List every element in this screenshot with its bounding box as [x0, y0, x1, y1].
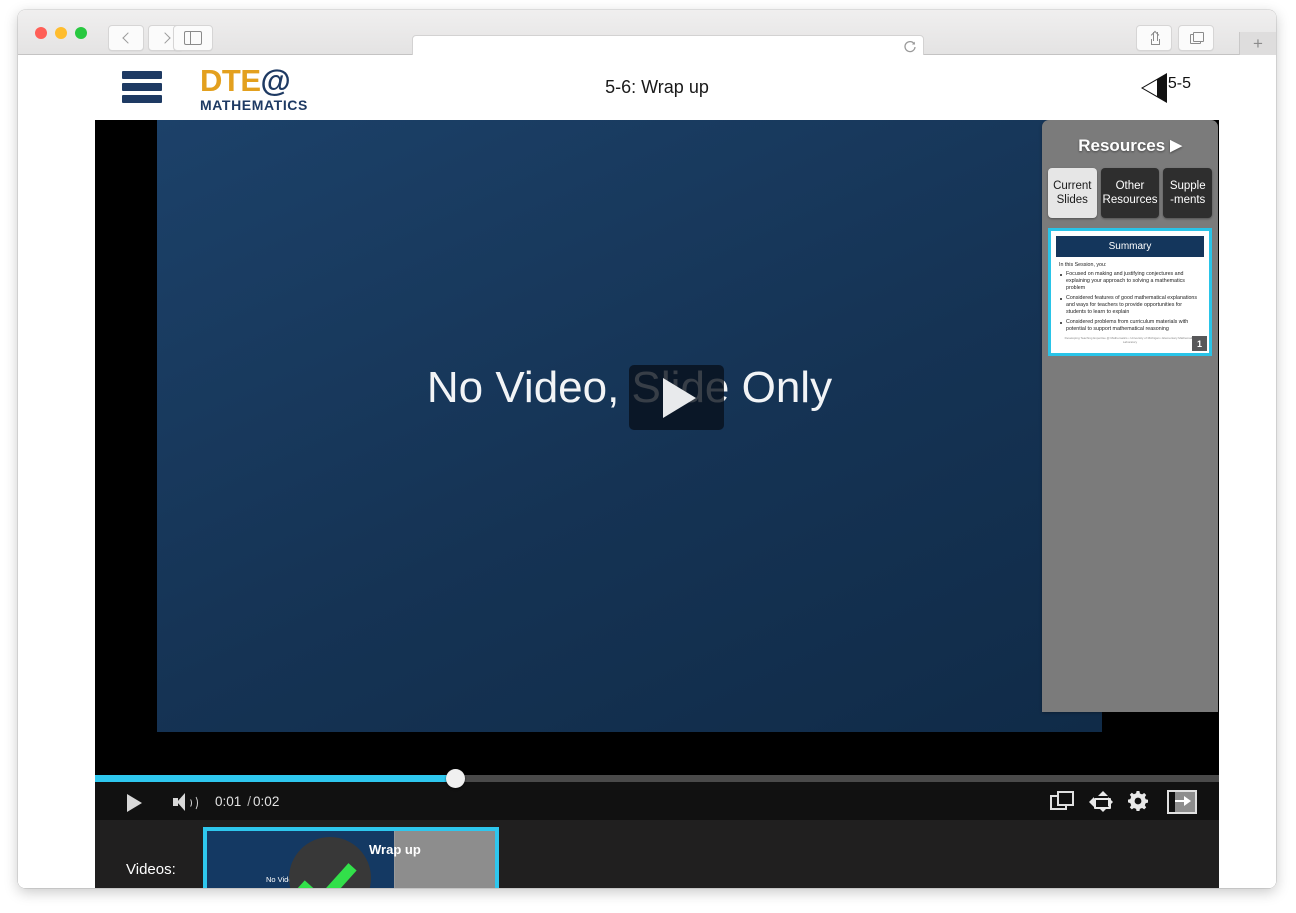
tab-label-line2: Slides — [1056, 194, 1088, 206]
reload-icon[interactable] — [903, 40, 917, 54]
volume-icon[interactable] — [173, 793, 199, 811]
browser-window: + DTE@ MATHEMATICS 5-6: Wrap up 5-5 No V… — [18, 10, 1276, 888]
resources-panel: Resources ▶ Current Slides Other Resource… — [1042, 120, 1218, 712]
slide-thumbnail-bullet: Considered problems from curriculum mate… — [1060, 319, 1200, 333]
videos-label: Videos: — [126, 861, 176, 878]
tab-other-resources[interactable]: Other Resources — [1100, 168, 1160, 218]
video-thumbnail-caption: Wrap up — [369, 842, 421, 857]
player-right-controls — [1050, 790, 1197, 814]
slide-thumbnail-bullet: Focused on making and justifying conject… — [1060, 271, 1200, 292]
gear-icon-svg — [1128, 791, 1149, 812]
current-time: 0:01 — [215, 794, 242, 809]
slide-thumbnail-bullet: Considered features of good mathematical… — [1060, 295, 1200, 316]
back-button[interactable] — [108, 25, 144, 51]
play-icon — [663, 377, 696, 418]
videos-strip: Videos: No Video, Slide Only Wrap up — [95, 820, 1219, 888]
app-header: DTE@ MATHEMATICS 5-6: Wrap up 5-5 — [95, 55, 1219, 120]
page-content: DTE@ MATHEMATICS 5-6: Wrap up 5-5 No Vid… — [18, 55, 1276, 888]
progress-fill — [95, 775, 460, 782]
tab-label-line2: Resources — [1102, 194, 1158, 206]
browser-titlebar: + — [18, 10, 1276, 59]
play-icon[interactable] — [127, 794, 142, 812]
play-overlay-button[interactable] — [629, 365, 724, 430]
chevron-left-icon — [121, 32, 134, 44]
time-display: 0:01 /0:02 — [215, 794, 279, 809]
slide-thumbnail-content: Summary In this Session, you: Focused on… — [1056, 236, 1204, 348]
progress-scrubber[interactable] — [95, 769, 1219, 788]
sidebar-toggle-icon — [184, 31, 202, 45]
pan-move-icon[interactable] — [1089, 791, 1113, 813]
page-gutter-left — [18, 55, 95, 888]
resources-title-text: Resources — [1078, 136, 1166, 155]
slide-thumbnail-page-number: 1 — [1192, 336, 1207, 351]
tab-current-slides[interactable]: Current Slides — [1048, 168, 1097, 218]
slide-thumbnail-title: Summary — [1056, 236, 1204, 257]
previous-section-nav[interactable]: 5-5 — [1140, 73, 1191, 103]
previous-section-label: 5-5 — [1167, 74, 1191, 92]
player-controls-row: 0:01 /0:02 — [95, 782, 1219, 820]
total-time: 0:02 — [253, 794, 280, 809]
check-mark-icon — [297, 849, 357, 888]
video-thumbnail-item[interactable]: No Video, Slide Only Wrap up — [203, 827, 499, 888]
slide-thumbnail[interactable]: Summary In this Session, you: Focused on… — [1048, 228, 1212, 356]
exit-fullscreen-icon[interactable] — [1167, 790, 1197, 814]
new-tab-button[interactable]: + — [1239, 32, 1276, 55]
browser-right-tools — [1136, 25, 1214, 51]
tab-label-line1: Current — [1053, 180, 1092, 192]
maximize-window-button[interactable] — [75, 27, 87, 39]
time-separator: / — [247, 794, 252, 809]
previous-arrow-icon — [1140, 73, 1167, 103]
minimize-window-button[interactable] — [55, 27, 67, 39]
close-window-button[interactable] — [35, 27, 47, 39]
page-title: 5-6: Wrap up — [605, 77, 709, 97]
sidebar-toggle-button[interactable] — [173, 25, 213, 51]
share-button[interactable] — [1136, 25, 1172, 51]
brand-subtitle: MATHEMATICS — [200, 97, 308, 113]
gear-icon[interactable] — [1128, 791, 1152, 813]
share-icon — [1149, 30, 1160, 45]
play-triangle-icon: ▶ — [1170, 137, 1182, 154]
chevron-right-icon — [158, 32, 171, 44]
tab-label-line2: -ments — [1170, 194, 1206, 206]
tab-label-line1: Supple — [1169, 180, 1206, 192]
show-tabs-button[interactable] — [1178, 25, 1214, 51]
tab-supplements[interactable]: Supple -ments — [1163, 168, 1212, 218]
slide-thumbnail-lead: In this Session, you: — [1059, 262, 1107, 268]
resources-tab-bar: Current Slides Other Resources Supple -m… — [1042, 156, 1218, 218]
window-traffic-lights — [35, 27, 87, 39]
slide-thumbnail-footnote: Developing Teaching Expertise @ Mathemat… — [1064, 336, 1196, 344]
multi-window-icon[interactable] — [1050, 791, 1074, 813]
new-tab-label: + — [1253, 34, 1263, 53]
tab-label-line1: Other — [1115, 180, 1145, 192]
resources-panel-title[interactable]: Resources ▶ — [1042, 136, 1218, 156]
video-stage[interactable]: No Video, Slide Only Resources▶ Current … — [95, 120, 1219, 775]
show-tabs-icon — [1189, 32, 1204, 44]
player-controls: 0:01 /0:02 — [95, 769, 1219, 820]
page-gutter-right — [1219, 55, 1276, 888]
